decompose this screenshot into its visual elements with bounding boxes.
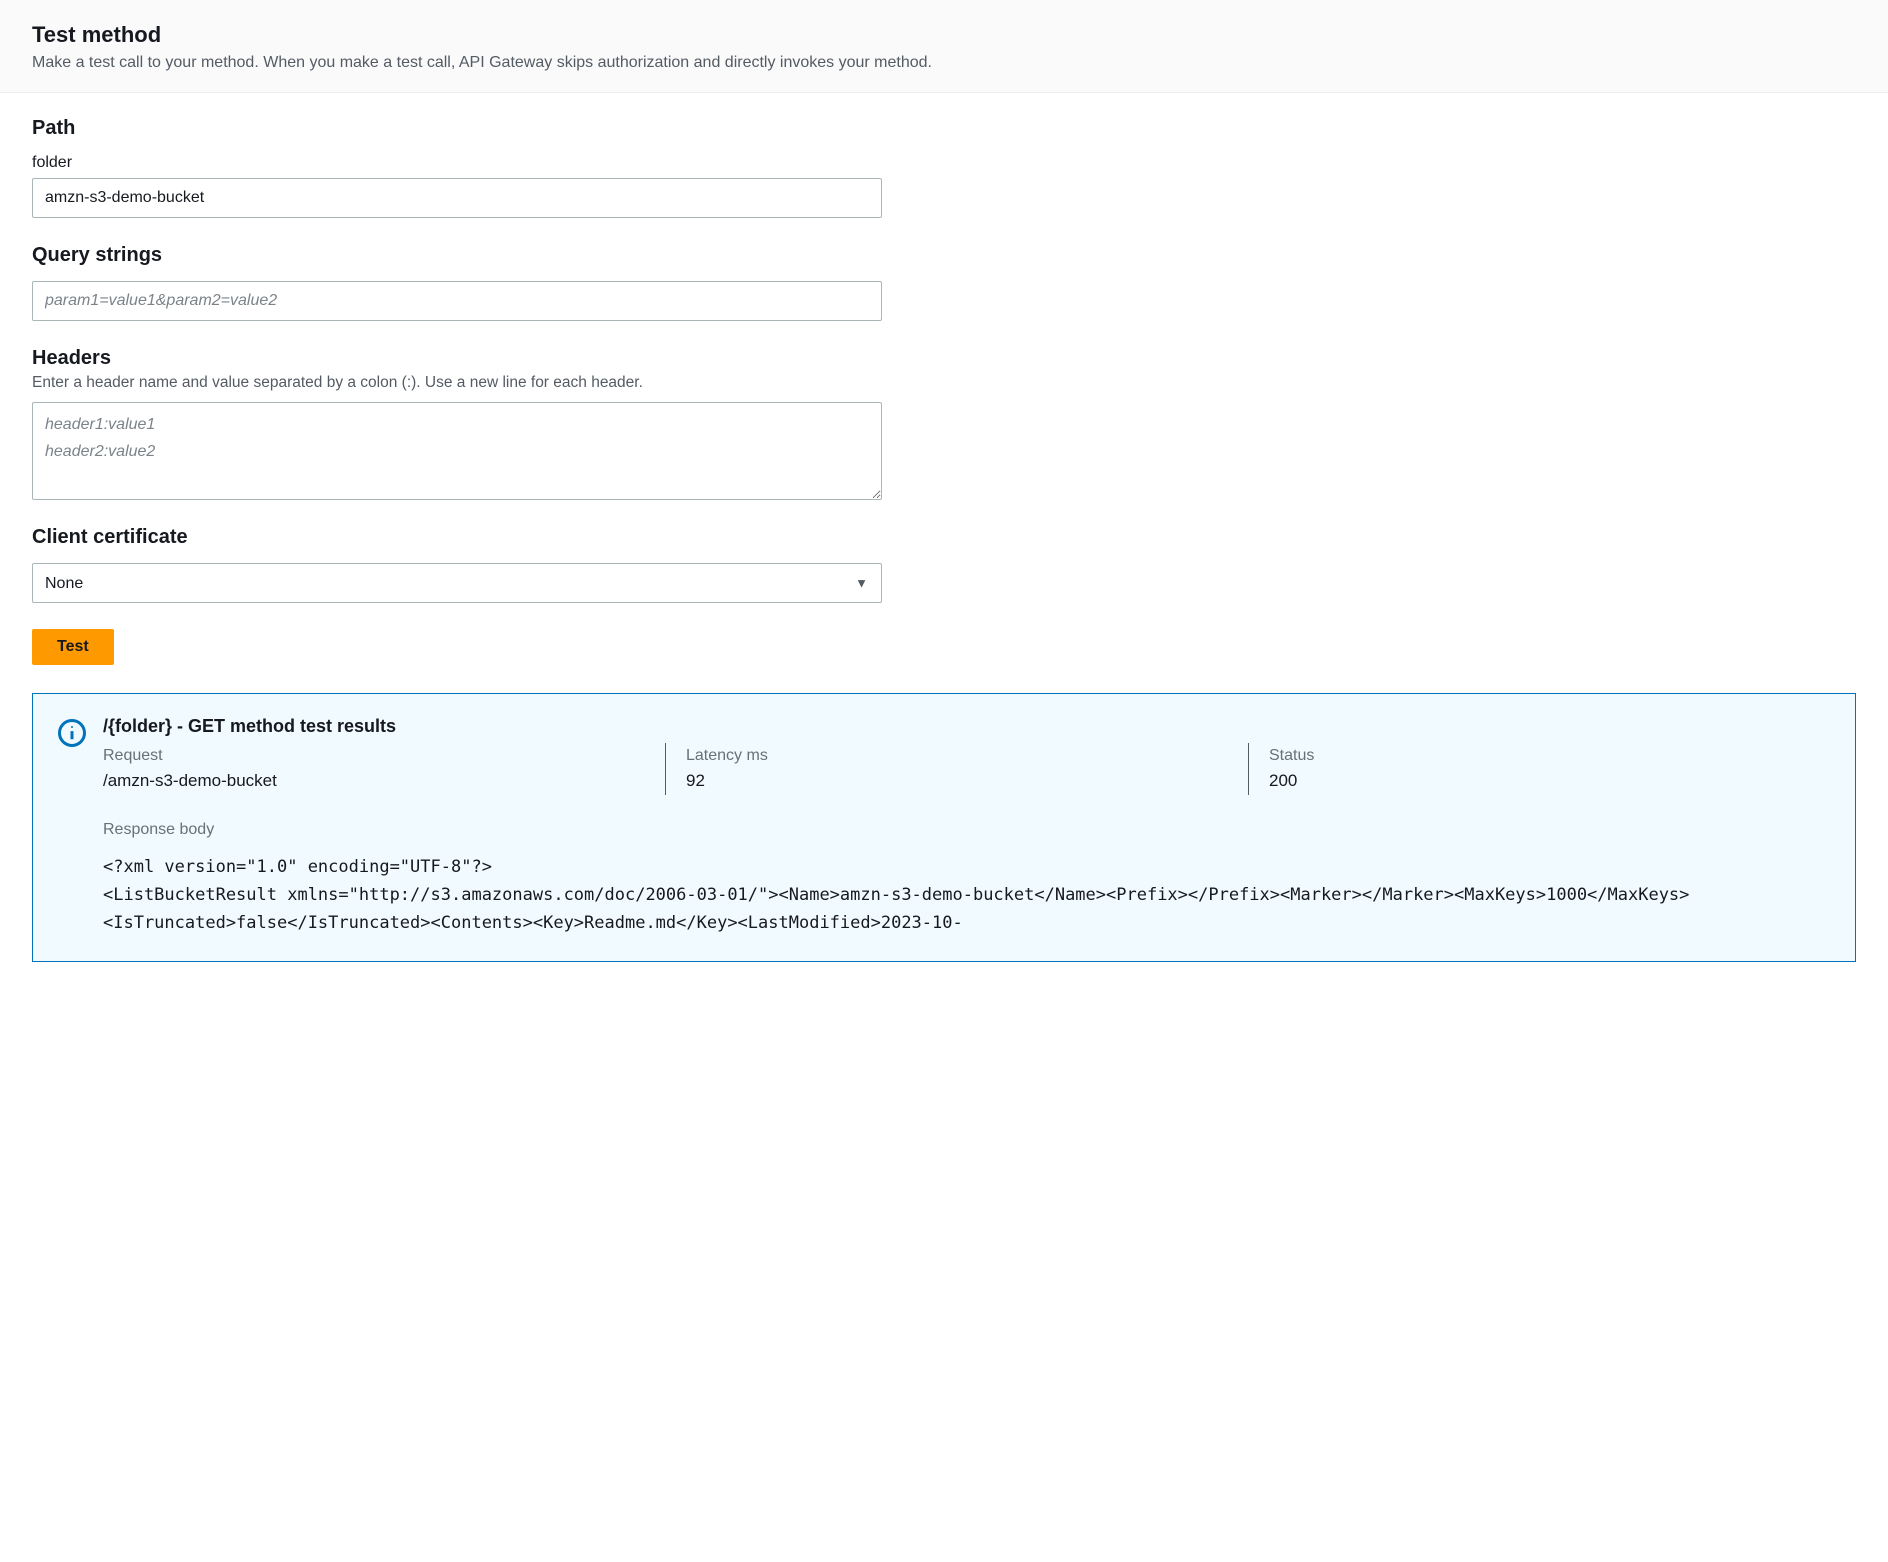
info-icon (57, 718, 87, 748)
page-description: Make a test call to your method. When yo… (32, 54, 1856, 72)
metric-request: Request /amzn-s3-demo-bucket (103, 743, 665, 795)
response-body-content: <?xml version="1.0" encoding="UTF-8"?> <… (103, 853, 1831, 937)
client-certificate-select-wrap: None ▼ (32, 563, 882, 603)
metric-status-value: 200 (1269, 771, 1831, 791)
body-panel: Path folder Query strings Headers Enter … (0, 93, 1888, 962)
headers-input[interactable] (32, 402, 882, 500)
metric-request-label: Request (103, 747, 665, 765)
metric-latency: Latency ms 92 (665, 743, 1248, 795)
headers-section: Headers Enter a header name and value se… (32, 347, 1856, 500)
metric-latency-label: Latency ms (686, 747, 1248, 765)
results-title: /{folder} - GET method test results (103, 716, 1831, 737)
path-section: Path folder (32, 117, 1856, 218)
client-certificate-title: Client certificate (32, 526, 1856, 549)
actions-row: Test (32, 629, 1856, 665)
path-section-title: Path (32, 117, 1856, 140)
metric-latency-value: 92 (686, 771, 1248, 791)
metric-status-label: Status (1269, 747, 1831, 765)
query-strings-section: Query strings (32, 244, 1856, 321)
query-strings-title: Query strings (32, 244, 1856, 267)
metric-status: Status 200 (1248, 743, 1831, 795)
client-certificate-section: Client certificate None ▼ (32, 526, 1856, 603)
client-certificate-select[interactable]: None (32, 563, 882, 603)
metric-request-value: /amzn-s3-demo-bucket (103, 771, 665, 791)
folder-input[interactable] (32, 178, 882, 218)
results-metrics: Request /amzn-s3-demo-bucket Latency ms … (103, 743, 1831, 795)
folder-label: folder (32, 154, 1856, 172)
test-results-panel: /{folder} - GET method test results Requ… (32, 693, 1856, 962)
headers-title: Headers (32, 347, 1856, 370)
header-panel: Test method Make a test call to your met… (0, 0, 1888, 93)
response-body-label: Response body (103, 821, 1831, 839)
headers-sublabel: Enter a header name and value separated … (32, 374, 1856, 392)
query-strings-input[interactable] (32, 281, 882, 321)
page-title: Test method (32, 22, 1856, 48)
test-button[interactable]: Test (32, 629, 114, 665)
